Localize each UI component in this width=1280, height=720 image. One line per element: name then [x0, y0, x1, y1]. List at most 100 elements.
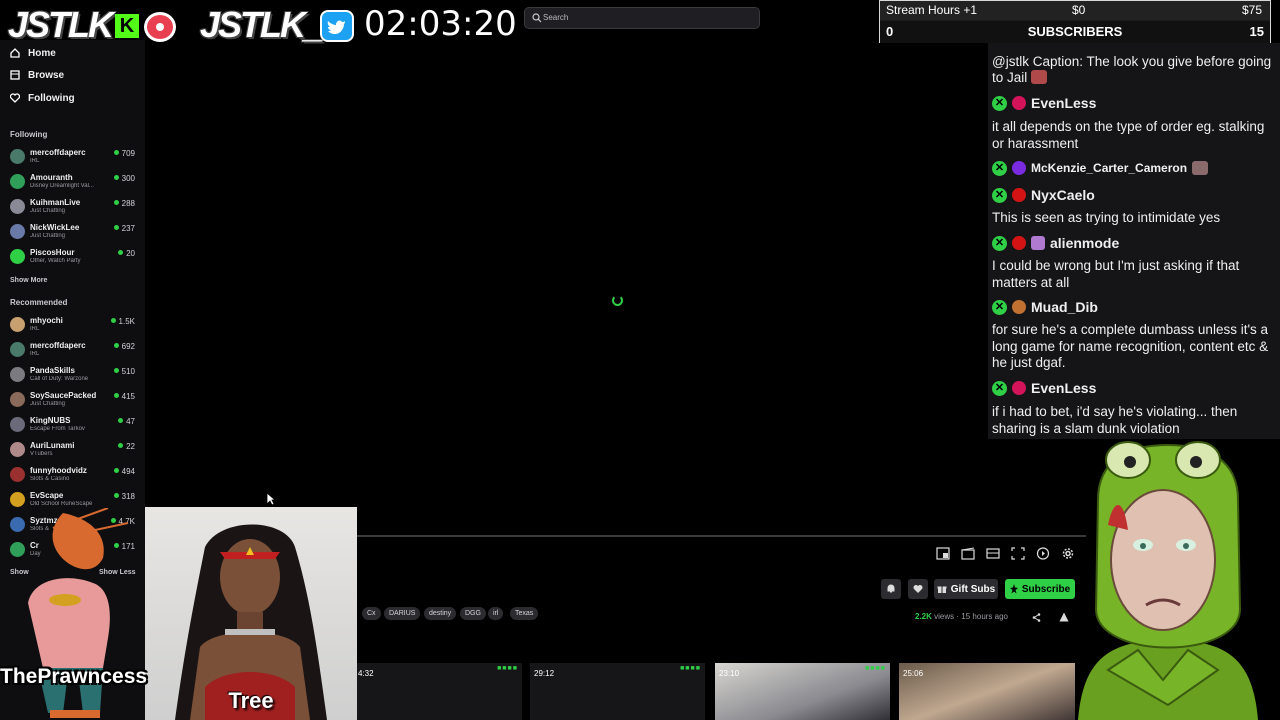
show-more-button[interactable]: Show More [10, 277, 47, 284]
channel-game: Slots & Casino [30, 476, 70, 482]
bell-icon [887, 584, 895, 593]
donation-goal: $75 [1241, 3, 1262, 17]
stream-tag[interactable]: DGG [460, 607, 486, 620]
user-badge-icon [1012, 161, 1026, 175]
channel-name: KingNUBS [30, 416, 71, 425]
avatar [10, 249, 25, 264]
channel-game: Just Chatting [30, 401, 66, 407]
chat-username: NyxCaelo [1031, 187, 1095, 203]
recommended-channel[interactable]: mercoffdaperc IRL 692 [10, 341, 138, 365]
stream-tag[interactable]: DARIUS [384, 607, 421, 620]
video-thumbnail[interactable]: 4:32 ■■■■ [354, 663, 522, 720]
kermit-costume-mascot-illustration [1078, 441, 1258, 720]
nav-following-label: Following [28, 92, 75, 104]
video-duration: 29:12 [534, 669, 555, 678]
following-channel[interactable]: Amouranth Disney Dreamlight Val... 300 [10, 173, 138, 197]
chat-username-row[interactable]: ✕ NyxCaelo [992, 186, 1095, 204]
chat-username-row[interactable]: ✕ EvenLess [992, 379, 1096, 397]
heart-icon [913, 585, 923, 593]
avatar [10, 367, 25, 382]
subscribe-button[interactable]: Subscribe [1005, 579, 1075, 599]
avatar [10, 317, 25, 332]
chat-username: alienmode [1050, 235, 1120, 251]
stream-tag[interactable]: irl [488, 607, 504, 620]
avatar [10, 442, 25, 457]
channel-game: Escape From Tarkov [30, 426, 85, 432]
nav-following[interactable]: Following [10, 89, 75, 107]
kick-logo-icon: K [115, 14, 139, 38]
chat-username-row[interactable]: ✕ alienmode [992, 234, 1119, 252]
donation-amount: $0 [1072, 3, 1086, 17]
jstlk-logo-left: JSTLK [8, 4, 114, 45]
chat-message-text: for sure he's a complete dumbass unless … [992, 322, 1269, 370]
recommended-channel[interactable]: SoySaucePacked Just Chatting 415 [10, 391, 138, 415]
viewer-count: 20 [118, 249, 135, 258]
search-input[interactable]: Search [524, 7, 760, 29]
thumbnail-badge-icon: ■■■■ [497, 665, 518, 672]
avatar [10, 199, 25, 214]
channel-name: PandaSkills [30, 366, 75, 375]
video-duration: 25:06 [903, 669, 924, 678]
kick-badge-icon: ✕ [992, 299, 1007, 315]
chat-username-row[interactable]: ✕ EvenLess [992, 94, 1096, 112]
video-progress-bar[interactable] [356, 535, 1086, 537]
fullscreen-icon[interactable] [1011, 547, 1025, 560]
following-channel[interactable]: PiscosHour Other, Watch Party 20 [10, 248, 138, 272]
search-placeholder: Search [543, 13, 569, 22]
chat-message-text: @jstlk Caption: The look you give before… [992, 54, 1274, 86]
recommended-channel[interactable]: AuriLunami VTubers 22 [10, 441, 138, 465]
stream-tag[interactable]: destiny [424, 607, 457, 620]
user-badge-icon [1012, 188, 1026, 202]
clip-icon[interactable] [961, 547, 975, 560]
channel-game: Other, Watch Party [30, 258, 81, 264]
live-sync-icon[interactable] [1036, 547, 1050, 560]
recommended-channel[interactable]: mhyochi IRL 1.5K [10, 316, 138, 340]
user-badge-icon [1012, 96, 1026, 110]
video-thumbnail[interactable]: 25:06 [899, 663, 1075, 720]
mini-player-icon[interactable] [936, 547, 950, 560]
following-channel[interactable]: mercoffdaperc IRL 709 [10, 148, 138, 172]
video-duration: 4:32 [358, 669, 374, 678]
viewer-count: 510 [114, 367, 135, 376]
chat-message-text: it all depends on the type of order eg. … [992, 119, 1265, 151]
channel-name: mercoffdaperc [30, 148, 86, 157]
gift-subs-button[interactable]: Gift Subs [934, 579, 998, 599]
user-badge-icon [1012, 236, 1026, 250]
search-icon [532, 13, 542, 23]
nav-home[interactable]: Home [10, 44, 56, 62]
recommended-section-title: Recommended [10, 298, 68, 307]
chat-username-row[interactable]: ✕ Muad_Dib [992, 298, 1098, 316]
channel-game: Just Chatting [30, 208, 66, 214]
channel-game: VTubers [30, 451, 53, 457]
following-channel[interactable]: KuihmanLive Just Chatting 288 [10, 198, 138, 222]
notification-bell-button[interactable] [881, 579, 901, 599]
nav-browse[interactable]: Browse [10, 66, 64, 84]
share-icon[interactable] [1032, 613, 1041, 622]
jstlk-logo-right: JSTLK_ [200, 4, 324, 45]
video-thumbnail[interactable]: 23:10 ■■■■ [715, 663, 890, 720]
recommended-channel[interactable]: KingNUBS Escape From Tarkov 47 [10, 416, 138, 440]
stream-timer: 02:03:20 [364, 4, 517, 44]
channel-name: NickWickLee [30, 223, 80, 232]
following-channel[interactable]: NickWickLee Just Chatting 237 [10, 223, 138, 247]
recommended-channel[interactable]: funnyhoodvidz Slots & Casino 494 [10, 466, 138, 490]
chat-message-text: This is seen as trying to intimidate yes [992, 210, 1221, 225]
avatar [10, 492, 25, 507]
stream-tag[interactable]: Texas [510, 607, 539, 620]
video-thumbnail[interactable]: 29:12 ■■■■ [530, 663, 705, 720]
view-count-number: 2.2K [915, 612, 932, 621]
stream-tag[interactable]: Cx [362, 607, 381, 620]
gift-subs-label: Gift Subs [950, 583, 996, 595]
star-icon [1009, 584, 1018, 594]
avatar [10, 149, 25, 164]
recommended-channel[interactable]: PandaSkills Call of Duty: Warzone 510 [10, 366, 138, 390]
view-count: 2.2K views · 15 hours ago [915, 612, 1008, 621]
follow-heart-button[interactable] [908, 579, 928, 599]
viewer-count: 237 [114, 224, 135, 233]
theater-mode-icon[interactable] [986, 547, 1000, 560]
chat-username-row[interactable]: ✕ McKenzie_Carter_Cameron [992, 159, 1209, 177]
chat-username: Muad_Dib [1031, 299, 1098, 315]
channel-name: AuriLunami [30, 441, 75, 450]
prawn-mascot-illustration [28, 508, 129, 718]
channel-name: Amouranth [30, 173, 73, 182]
